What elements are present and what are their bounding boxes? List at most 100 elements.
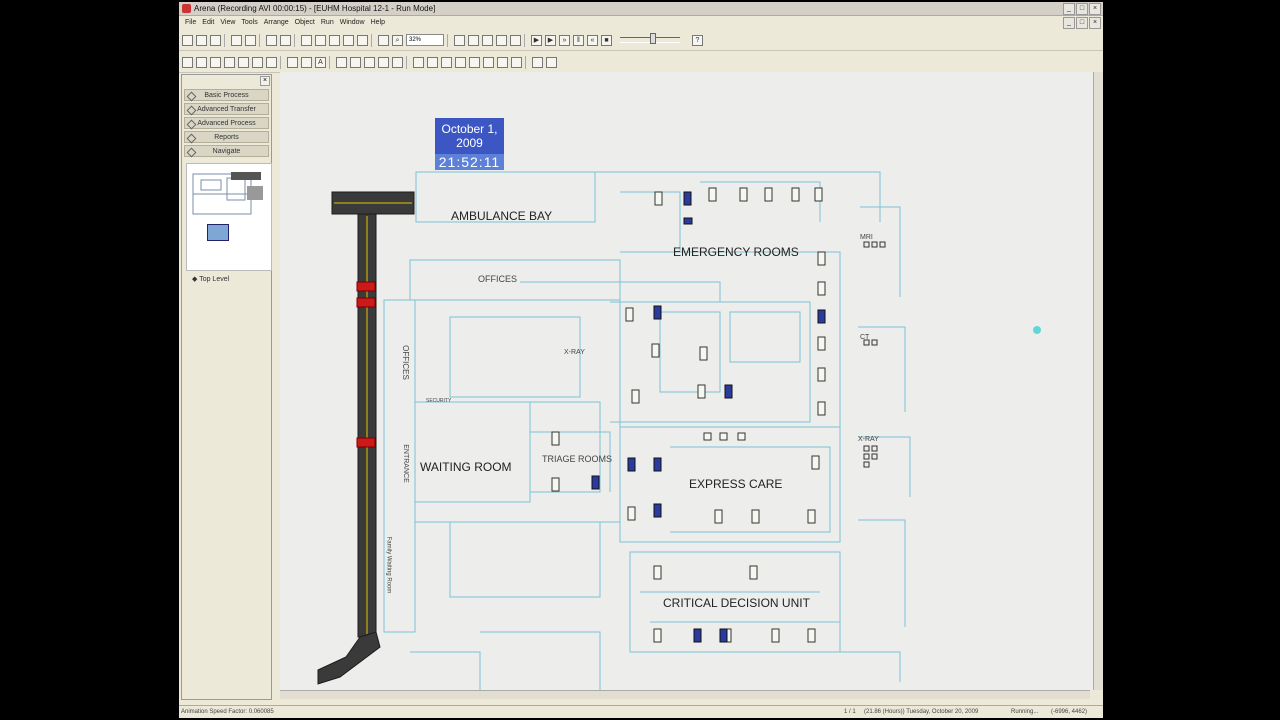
- snap-icon[interactable]: [497, 56, 508, 68]
- layers-icon[interactable]: [454, 34, 465, 46]
- panel-basic-process[interactable]: Basic Process: [184, 89, 269, 102]
- bring-to-front-icon[interactable]: [413, 56, 424, 68]
- menu-object[interactable]: Object: [295, 19, 315, 26]
- copy-icon[interactable]: [315, 34, 326, 46]
- label-ambulance-bay: AMBULANCE BAY: [451, 209, 553, 223]
- label-ct: CT: [860, 334, 870, 341]
- doc-restore-button[interactable]: □: [1076, 17, 1088, 29]
- connect-icon[interactable]: [468, 34, 479, 46]
- navigate-thumbnail[interactable]: [186, 163, 272, 271]
- step-icon[interactable]: ▶: [545, 34, 556, 46]
- panel-advanced-process[interactable]: Advanced Process: [184, 117, 269, 130]
- navigate-view-rectangle[interactable]: [207, 224, 229, 241]
- menu-arrange[interactable]: Arrange: [264, 19, 289, 26]
- submodel-icon[interactable]: [510, 34, 521, 46]
- ungroup-icon[interactable]: [455, 56, 466, 68]
- station-icon[interactable]: [482, 34, 493, 46]
- background-color-icon[interactable]: [336, 56, 347, 68]
- fast-forward-icon[interactable]: »: [559, 34, 570, 46]
- line-color-icon[interactable]: [287, 56, 298, 68]
- view-all-icon[interactable]: [378, 34, 389, 46]
- doc-minimize-button[interactable]: _: [1063, 17, 1075, 29]
- polygon-icon[interactable]: [252, 56, 263, 68]
- text-color-icon[interactable]: A: [315, 56, 326, 68]
- polyline-icon[interactable]: [196, 56, 207, 68]
- zoom-icon[interactable]: ⌕: [392, 34, 403, 46]
- menu-tools[interactable]: Tools: [241, 19, 257, 26]
- menu-file[interactable]: File: [185, 19, 196, 26]
- panel-advanced-transfer[interactable]: Advanced Transfer: [184, 103, 269, 116]
- ambulance-icon: [356, 297, 376, 308]
- open-icon[interactable]: [196, 34, 207, 46]
- text-icon[interactable]: [266, 56, 277, 68]
- line-width-icon[interactable]: [350, 56, 361, 68]
- rotate-icon[interactable]: [483, 56, 494, 68]
- close-button[interactable]: ×: [1089, 3, 1101, 15]
- panel-navigate[interactable]: Navigate: [184, 145, 269, 158]
- status-coordinates: (-6996, 4462): [1051, 709, 1088, 715]
- rectangle-icon[interactable]: [224, 56, 235, 68]
- simulation-date-time: October 1, 2009 21:52:11: [435, 118, 504, 170]
- cut-icon[interactable]: [301, 34, 312, 46]
- save-icon[interactable]: [210, 34, 221, 46]
- arc-icon[interactable]: [210, 56, 221, 68]
- grid-icon[interactable]: [511, 56, 522, 68]
- ellipse-icon[interactable]: [238, 56, 249, 68]
- menu-edit[interactable]: Edit: [202, 19, 214, 26]
- menu-help[interactable]: Help: [371, 19, 385, 26]
- group-icon[interactable]: [441, 56, 452, 68]
- vertical-scrollbar[interactable]: [1093, 72, 1103, 690]
- menu-run[interactable]: Run: [321, 19, 334, 26]
- send-to-back-icon[interactable]: [427, 56, 438, 68]
- panel-reports[interactable]: Reports: [184, 131, 269, 144]
- print-preview-icon[interactable]: [280, 34, 291, 46]
- flip-icon[interactable]: [469, 56, 480, 68]
- maximize-button[interactable]: □: [1076, 3, 1088, 15]
- fill-pattern-icon[interactable]: [392, 56, 403, 68]
- speed-slider-thumb[interactable]: [650, 33, 656, 44]
- window-title: Arena (Recording AVI 00:00:15) - [EUHM H…: [194, 4, 436, 13]
- template-detach-icon[interactable]: [245, 34, 256, 46]
- fill-color-icon[interactable]: [301, 56, 312, 68]
- project-bar: × Basic Process Advanced Transfer Advanc…: [181, 74, 272, 700]
- menu-window[interactable]: Window: [340, 19, 365, 26]
- panel-label: Advanced Process: [197, 120, 256, 127]
- menu-view[interactable]: View: [220, 19, 235, 26]
- animate-stations-icon[interactable]: [546, 56, 557, 68]
- tree-item-label: Top Level: [199, 276, 230, 283]
- label-emergency-rooms: EMERGENCY ROOMS: [673, 245, 799, 259]
- panel-label: Reports: [214, 134, 239, 141]
- arena-app-icon: [182, 4, 191, 13]
- line-icon[interactable]: [182, 56, 193, 68]
- play-icon[interactable]: ▶: [531, 34, 542, 46]
- line-style-icon[interactable]: [364, 56, 375, 68]
- panel-diamond-icon: [186, 147, 197, 158]
- start-over-icon[interactable]: «: [587, 34, 598, 46]
- animation-speed-slider[interactable]: [620, 33, 680, 44]
- new-icon[interactable]: [182, 34, 193, 46]
- arrow-style-icon[interactable]: [378, 56, 389, 68]
- horizontal-scrollbar[interactable]: [280, 690, 1090, 699]
- status-bar: Animation Speed Factor: 0.060085 1 / 1 (…: [179, 705, 1103, 718]
- print-icon[interactable]: [266, 34, 277, 46]
- paste-icon[interactable]: [329, 34, 340, 46]
- model-canvas[interactable]: October 1, 2009 21:52:11 AMBULANCE BAY E…: [280, 72, 1103, 690]
- label-waiting-room: WAITING ROOM: [420, 460, 512, 474]
- draw-toolbar: A: [179, 52, 1103, 73]
- pause-icon[interactable]: ‖: [573, 34, 584, 46]
- redo-icon[interactable]: [357, 34, 368, 46]
- stop-icon[interactable]: ■: [601, 34, 612, 46]
- label-critical-decision-unit: CRITICAL DECISION UNIT: [663, 596, 810, 610]
- route-icon[interactable]: [496, 34, 507, 46]
- context-help-icon[interactable]: ?: [692, 34, 703, 46]
- template-attach-icon[interactable]: [231, 34, 242, 46]
- thumbnail-map: [192, 172, 263, 215]
- undo-icon[interactable]: [343, 34, 354, 46]
- zoom-select[interactable]: 32%: [406, 34, 444, 46]
- minimize-button[interactable]: _: [1063, 3, 1075, 15]
- label-triage-rooms: TRIAGE ROOMS: [542, 454, 613, 464]
- project-bar-close-icon[interactable]: ×: [260, 76, 270, 86]
- animate-connectors-icon[interactable]: [532, 56, 543, 68]
- doc-close-button[interactable]: ×: [1089, 17, 1101, 29]
- tree-item-top-level[interactable]: ◆ Top Level: [192, 275, 229, 283]
